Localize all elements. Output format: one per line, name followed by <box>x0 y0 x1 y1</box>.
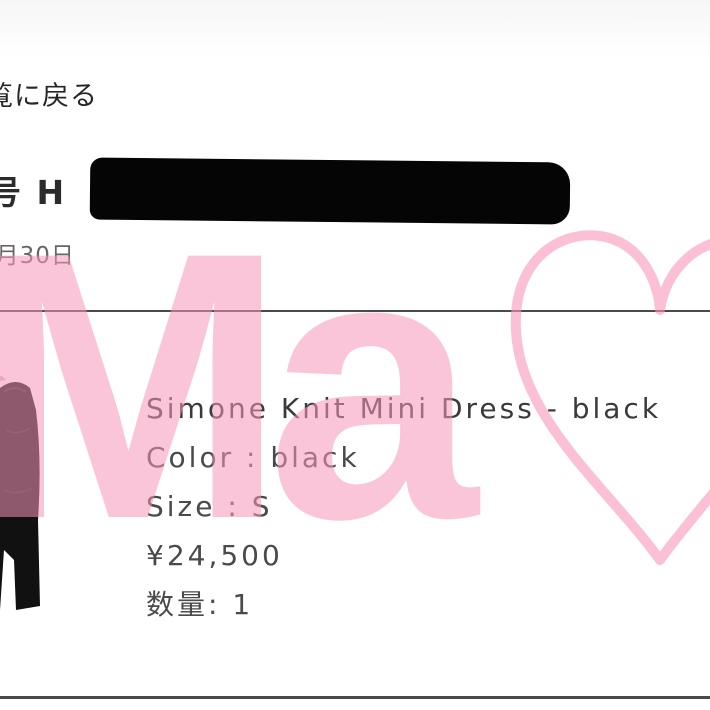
product-price: ¥24,500 <box>146 539 283 572</box>
order-date: 1月30日 <box>0 243 75 269</box>
order-number: 号 H <box>0 173 67 212</box>
product-color: Color : black <box>146 441 360 474</box>
product-name[interactable]: Simone Knit Mini Dress - black <box>146 384 661 433</box>
redaction-bar <box>89 157 571 225</box>
divider <box>0 310 710 312</box>
product-thumbnail[interactable] <box>0 370 52 620</box>
product-quantity: 数量: 1 <box>146 588 254 621</box>
order-detail-page: 覧に戻る 号 H 1月30日 Simone Knit Mini Dress - … <box>0 0 710 710</box>
divider <box>0 696 710 699</box>
product-details: Simone Knit Mini Dress - black Color : b… <box>146 384 661 629</box>
product-size: Size : S <box>146 490 273 523</box>
back-to-list-link[interactable]: 覧に戻る <box>0 74 98 113</box>
